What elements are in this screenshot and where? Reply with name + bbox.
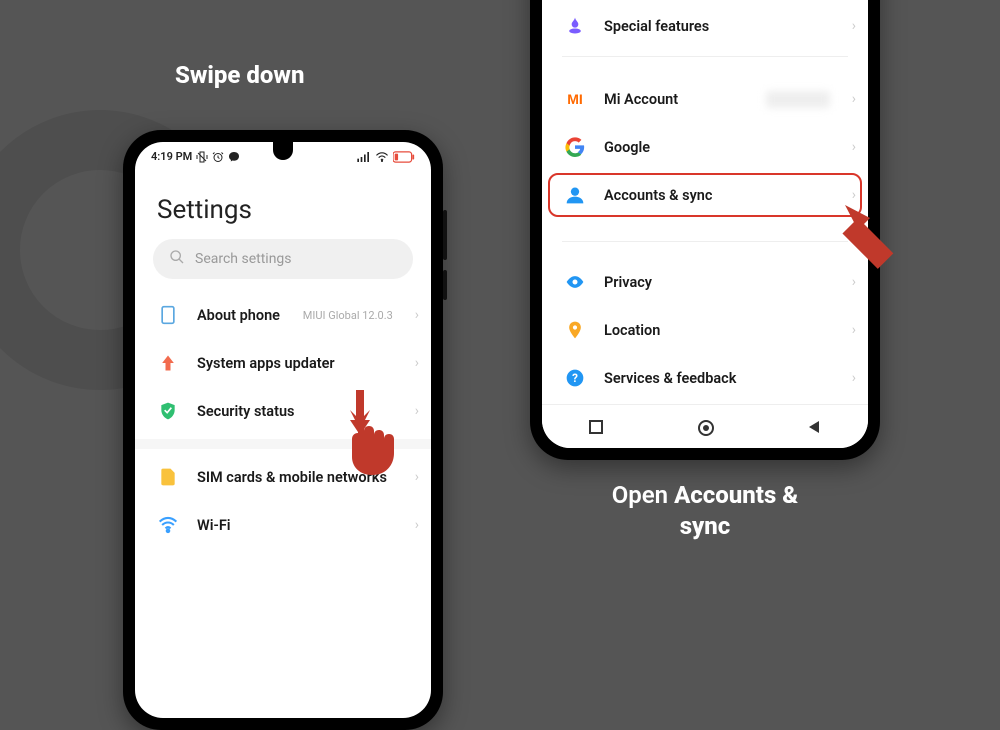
wifi-icon	[157, 514, 179, 536]
row-wifi[interactable]: Wi-Fi ›	[135, 501, 431, 549]
nav-recent-button[interactable]	[588, 419, 604, 435]
row-mi-account[interactable]: MI Mi Account xxxxx ›	[542, 75, 868, 123]
row-services-feedback[interactable]: ? Services & feedback ›	[542, 354, 868, 402]
search-placeholder: Search settings	[195, 251, 292, 267]
signal-icon	[357, 152, 371, 162]
location-pin-icon	[564, 319, 586, 341]
chevron-right-icon: ›	[415, 469, 419, 485]
chevron-right-icon: ›	[852, 18, 856, 34]
chevron-right-icon: ›	[852, 187, 856, 203]
caption-open-accounts: Open Accounts & sync	[590, 480, 820, 542]
chevron-right-icon: ›	[852, 370, 856, 386]
mi-logo-icon: MI	[564, 88, 586, 110]
row-privacy[interactable]: Privacy ›	[542, 258, 868, 306]
mi-account-value-obscured: xxxxx	[766, 91, 829, 108]
battery-icon	[393, 151, 415, 163]
row-sim-cards[interactable]: SIM cards & mobile networks ›	[135, 453, 431, 501]
section-divider	[562, 241, 848, 242]
search-icon	[169, 249, 185, 269]
section-divider	[562, 56, 848, 57]
vibrate-icon	[196, 151, 208, 163]
chevron-right-icon: ›	[852, 139, 856, 155]
row-accounts-sync[interactable]: Accounts & sync ›	[542, 171, 868, 219]
sim-card-icon	[157, 466, 179, 488]
shield-check-icon	[157, 400, 179, 422]
caption-swipe-down: Swipe down	[175, 60, 304, 91]
svg-text:?: ?	[572, 371, 578, 385]
search-input[interactable]: Search settings	[153, 239, 413, 279]
chevron-right-icon: ›	[415, 307, 419, 323]
eye-icon	[564, 271, 586, 293]
status-time: 4:19 PM	[151, 150, 192, 163]
row-system-apps-updater[interactable]: System apps updater ›	[135, 339, 431, 387]
row-security-status[interactable]: Security status ›	[135, 387, 431, 435]
page-title: Settings	[135, 167, 431, 239]
row-about-phone[interactable]: About phone MIUI Global 12.0.3 ›	[135, 291, 431, 339]
messenger-icon	[228, 151, 240, 163]
chevron-right-icon: ›	[852, 322, 856, 338]
nav-back-button[interactable]	[806, 419, 822, 435]
chevron-right-icon: ›	[415, 517, 419, 533]
phone-frame-right: Special features › MI Mi Account xxxxx ›…	[530, 0, 880, 460]
phone-frame-left: 4:19 PM	[123, 130, 443, 730]
alarm-icon	[212, 151, 224, 163]
special-features-icon	[564, 15, 586, 37]
phone-icon	[157, 304, 179, 326]
chevron-right-icon: ›	[852, 274, 856, 290]
wifi-status-icon	[375, 152, 389, 162]
chevron-right-icon: ›	[415, 355, 419, 371]
phone-screen-left: 4:19 PM	[135, 142, 431, 718]
google-logo-icon	[564, 136, 586, 158]
question-circle-icon: ?	[564, 367, 586, 389]
chevron-right-icon: ›	[852, 91, 856, 107]
row-special-features[interactable]: Special features ›	[542, 2, 868, 50]
chevron-right-icon: ›	[415, 403, 419, 419]
row-google[interactable]: Google ›	[542, 123, 868, 171]
section-divider	[135, 439, 431, 449]
person-icon	[564, 184, 586, 206]
nav-home-button[interactable]	[697, 419, 713, 435]
phone-screen-right: Special features › MI Mi Account xxxxx ›…	[542, 0, 868, 448]
android-nav-bar	[542, 404, 868, 448]
row-location[interactable]: Location ›	[542, 306, 868, 354]
arrow-up-icon	[157, 352, 179, 374]
